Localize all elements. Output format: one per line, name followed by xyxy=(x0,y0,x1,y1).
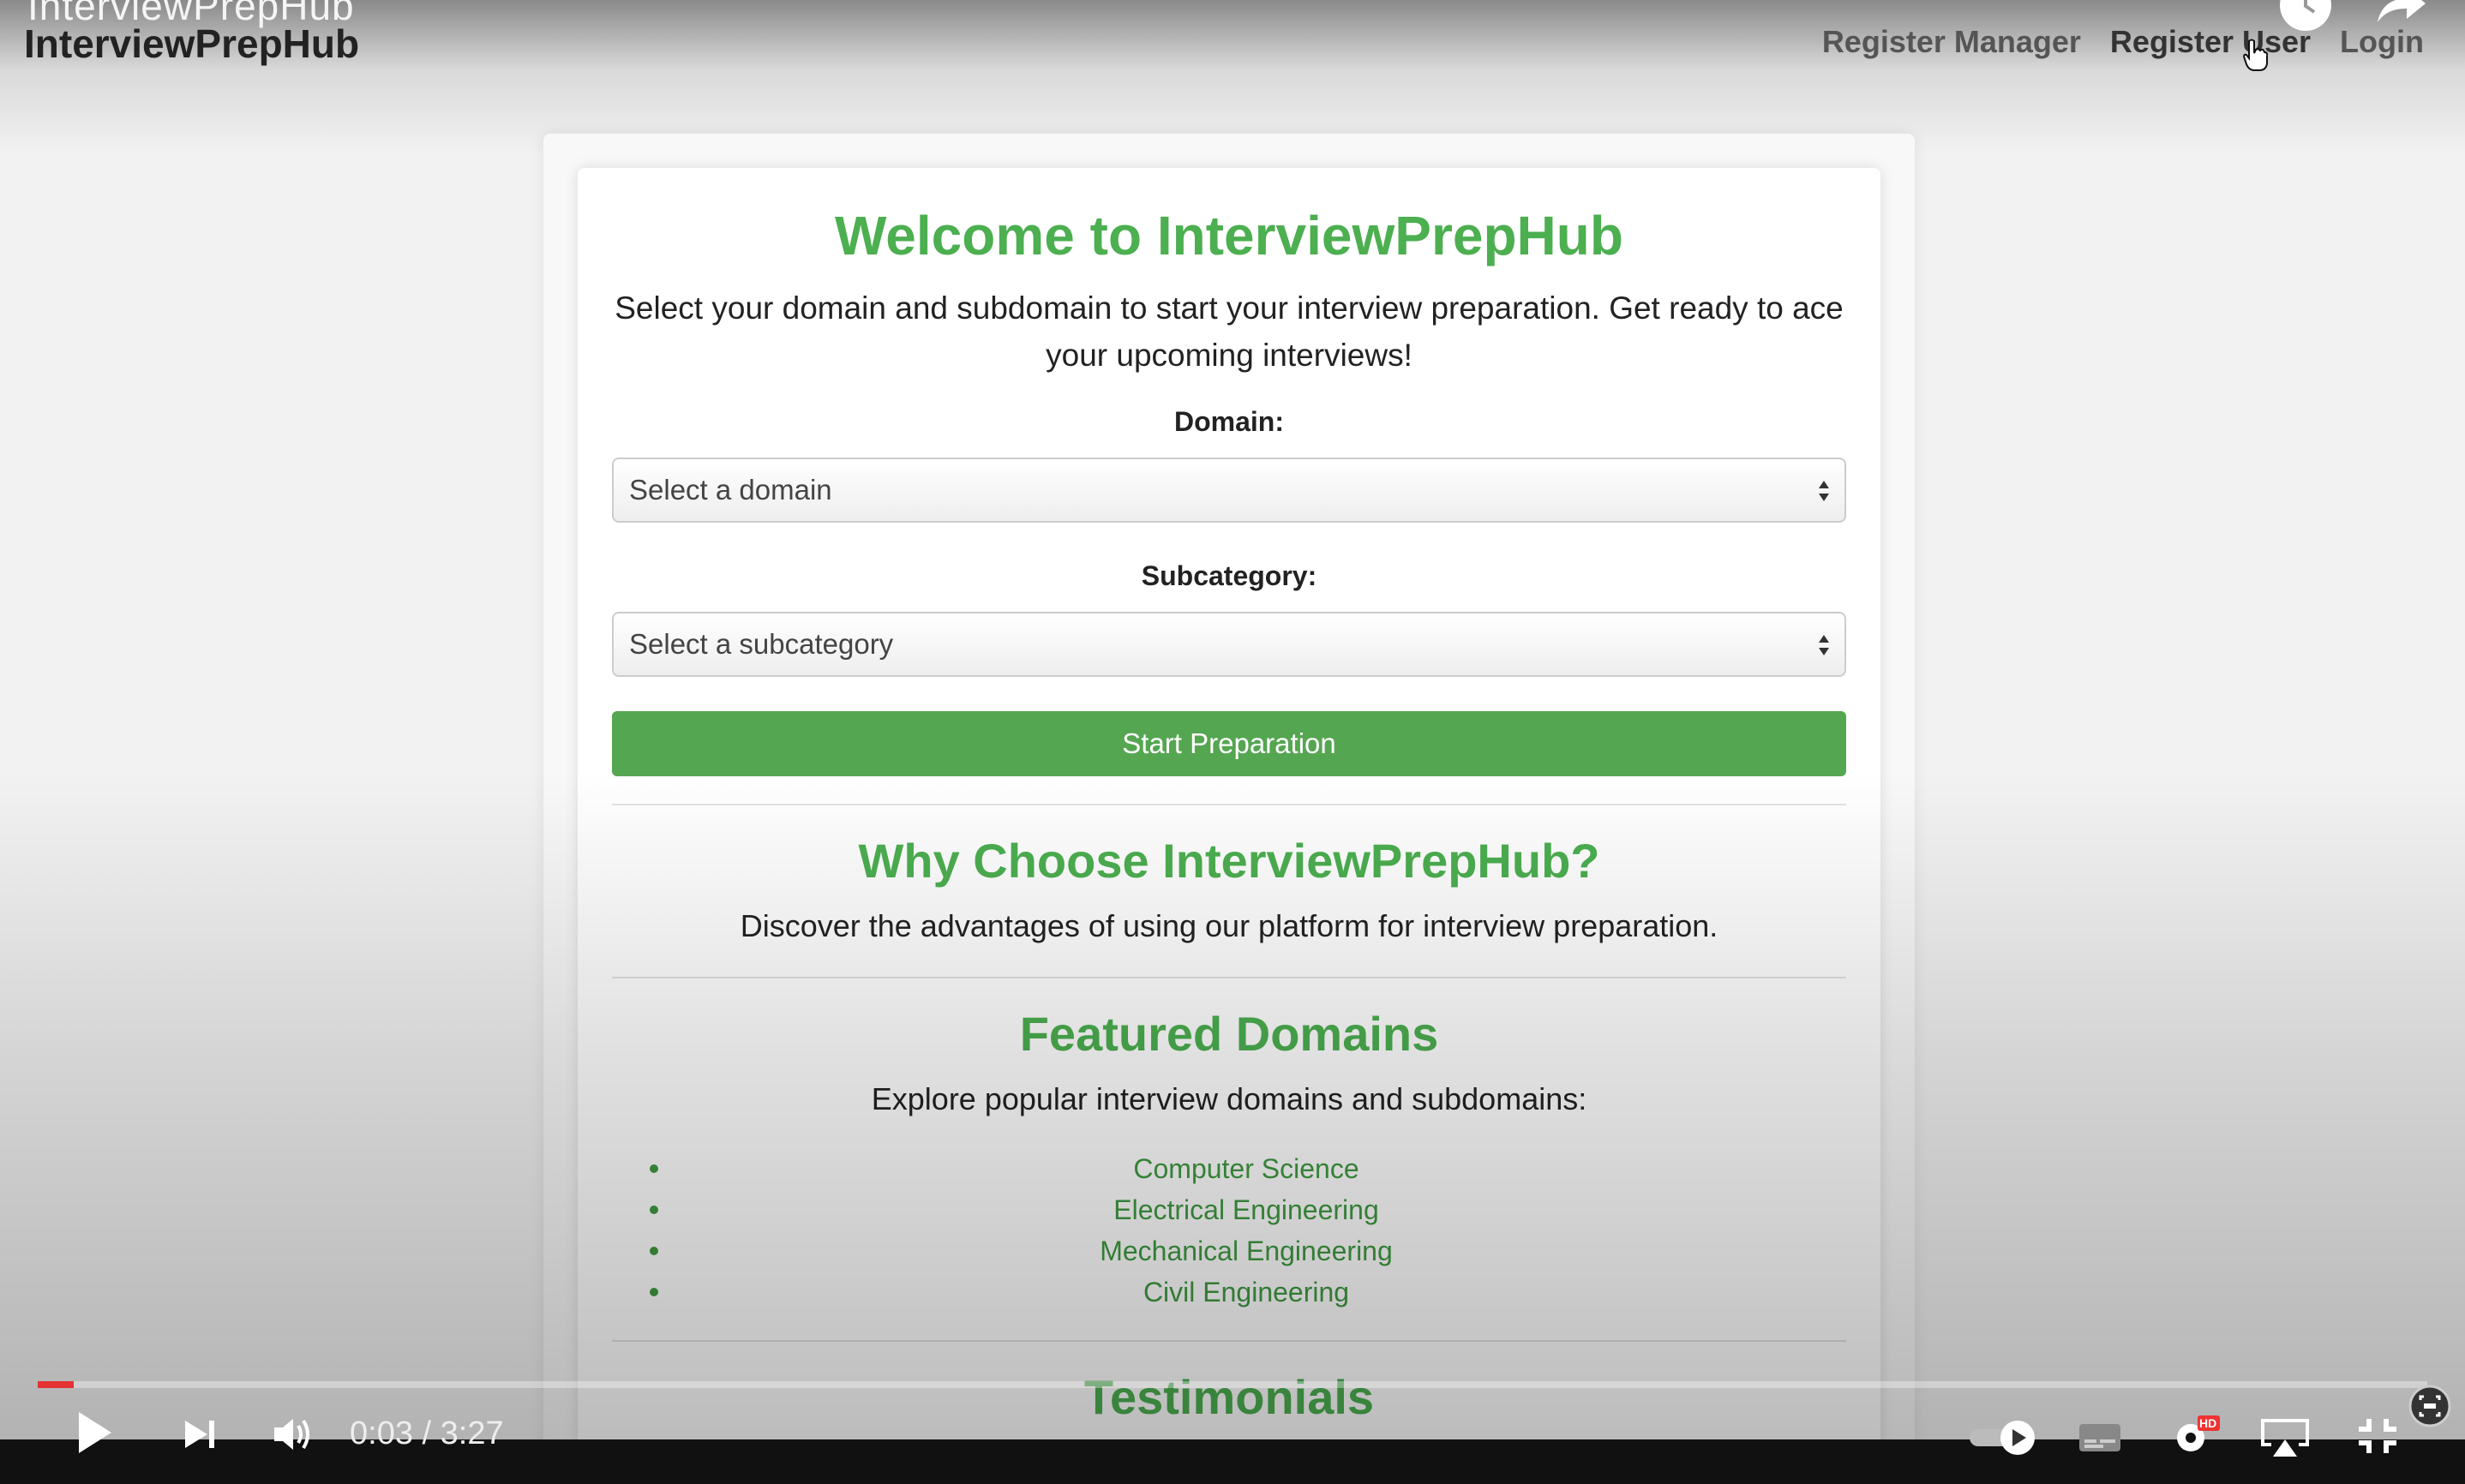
nav-register-manager[interactable]: Register Manager xyxy=(1822,24,2081,60)
domain-select-value: Select a domain xyxy=(629,474,832,506)
welcome-intro: Select your domain and subdomain to star… xyxy=(615,290,1844,373)
start-preparation-button[interactable]: Start Preparation xyxy=(612,711,1846,776)
domain-link[interactable]: Civil Engineering xyxy=(612,1272,1846,1313)
bullet-icon xyxy=(650,1288,658,1296)
exit-fullscreen-icon[interactable] xyxy=(2355,1415,2400,1461)
screenshot-icon[interactable] xyxy=(2408,1385,2451,1432)
captions-icon[interactable] xyxy=(2078,1421,2122,1459)
share-icon[interactable] xyxy=(2369,0,2429,26)
video-progress-played xyxy=(38,1381,74,1388)
bullet-icon xyxy=(650,1164,658,1173)
why-title: Why Choose InterviewPrepHub? xyxy=(858,834,1600,888)
why-text: Discover the advantages of using our pla… xyxy=(740,908,1718,943)
featured-domain-list: Computer Science Electrical Engineering … xyxy=(612,1148,1846,1313)
domain-link[interactable]: Mechanical Engineering xyxy=(612,1230,1846,1272)
subcategory-label: Subcategory: xyxy=(1141,560,1317,591)
brand-logo[interactable]: InterviewPrepHub xyxy=(24,21,359,67)
video-progress-bar[interactable] xyxy=(38,1381,2427,1388)
bullet-icon xyxy=(650,1247,658,1255)
hand-cursor-icon xyxy=(2242,38,2269,72)
bullet-icon xyxy=(650,1206,658,1214)
domain-select[interactable]: Select a domain xyxy=(612,458,1846,523)
top-nav: Register Manager Register User Login xyxy=(1822,24,2424,60)
section-divider xyxy=(612,1340,1846,1342)
airplay-icon[interactable] xyxy=(2258,1415,2312,1464)
domain-link[interactable]: Electrical Engineering xyxy=(612,1189,1846,1230)
welcome-title: Welcome to InterviewPrepHub xyxy=(835,205,1623,266)
nav-login[interactable]: Login xyxy=(2340,24,2424,60)
nav-register-user[interactable]: Register User xyxy=(2110,24,2311,60)
next-icon[interactable] xyxy=(182,1417,219,1456)
video-time: 0:03 / 3:27 xyxy=(350,1415,504,1451)
testimonials-title: Testimonials xyxy=(1083,1370,1375,1424)
featured-title: Featured Domains xyxy=(1019,1007,1439,1061)
subcategory-select-value: Select a subcategory xyxy=(629,628,894,660)
domain-label: Domain: xyxy=(1174,406,1284,437)
select-arrows-icon xyxy=(1819,635,1829,655)
section-divider xyxy=(612,977,1846,978)
select-arrows-icon xyxy=(1819,481,1829,501)
hd-badge: HD xyxy=(2199,1416,2217,1430)
domain-link[interactable]: Computer Science xyxy=(612,1148,1846,1189)
subcategory-select[interactable]: Select a subcategory xyxy=(612,612,1846,677)
play-icon[interactable] xyxy=(72,1409,117,1461)
settings-icon[interactable]: HD xyxy=(2168,1412,2220,1464)
autoplay-toggle-icon[interactable] xyxy=(1968,1419,2040,1461)
section-divider xyxy=(612,804,1846,805)
featured-text: Explore popular interview domains and su… xyxy=(871,1081,1587,1116)
volume-icon[interactable] xyxy=(271,1414,314,1459)
